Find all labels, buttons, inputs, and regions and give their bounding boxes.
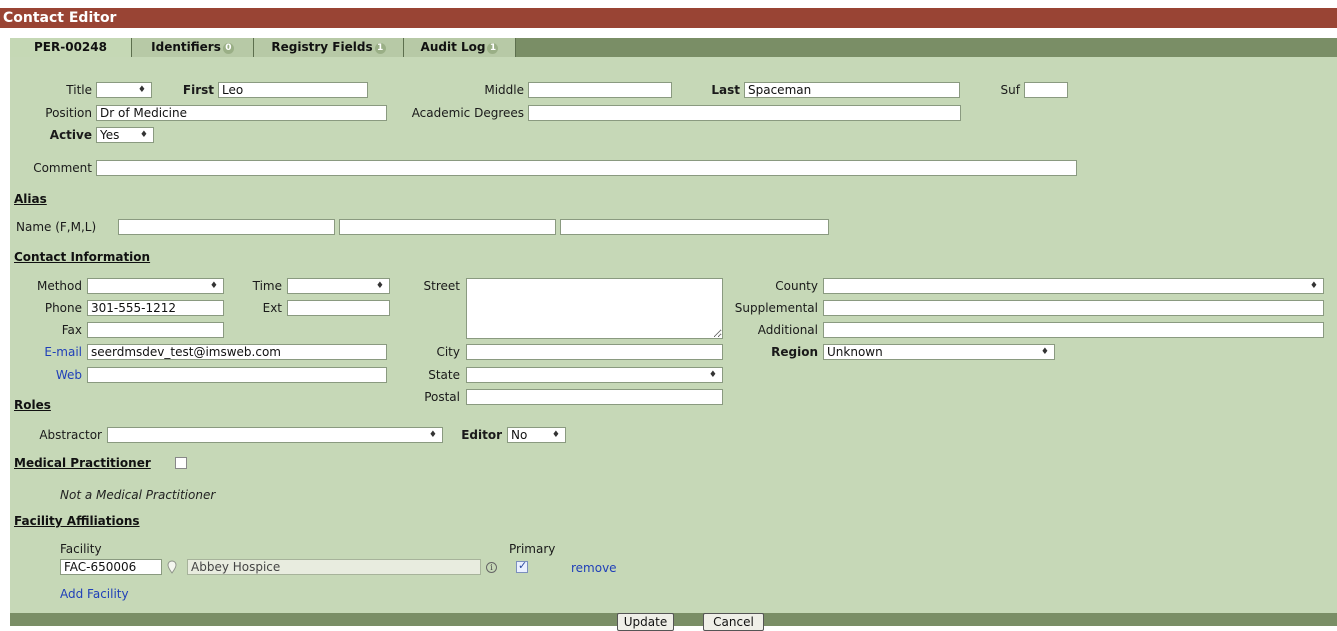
sort-arrows-icon: ♦ [1309, 281, 1318, 291]
tab-audit-log-badge: 1 [487, 43, 499, 54]
sort-arrows-icon: ♦ [137, 85, 146, 95]
contact-information-header: Contact Information [14, 250, 151, 264]
sort-arrows-icon: ♦ [1040, 347, 1049, 357]
additional-input[interactable] [823, 322, 1324, 338]
info-icon[interactable]: i [486, 562, 497, 573]
street-textarea[interactable] [466, 278, 723, 339]
middle-label: Middle [484, 83, 524, 97]
method-select[interactable]: ♦ [87, 278, 224, 294]
phone-input[interactable] [87, 300, 224, 316]
web-input[interactable] [87, 367, 387, 383]
city-input[interactable] [466, 344, 723, 360]
sort-arrows-icon: ♦ [708, 370, 717, 380]
comment-label: Comment [33, 161, 92, 175]
sort-arrows-icon: ♦ [375, 281, 384, 291]
email-link[interactable]: E-mail [14, 344, 82, 360]
middle-name-input[interactable] [528, 82, 672, 98]
state-select[interactable]: ♦ [466, 367, 723, 383]
method-label: Method [36, 279, 82, 293]
primary-checkbox[interactable] [516, 559, 528, 573]
facility-code-input[interactable] [60, 559, 162, 575]
county-label: County [775, 279, 818, 293]
academic-degrees-input[interactable] [528, 105, 961, 121]
last-name-input[interactable] [744, 82, 960, 98]
alias-name-label: Name (F,M,L) [16, 220, 97, 234]
county-select[interactable]: ♦ [823, 278, 1324, 294]
facility-name-input [187, 559, 481, 575]
first-label: First [182, 83, 214, 97]
suffix-label: Suf [1000, 83, 1020, 97]
tab-identifiers[interactable]: Identifiers 0 [132, 38, 254, 57]
tab-registry-fields[interactable]: Registry Fields 1 [254, 38, 404, 57]
add-facility-link[interactable]: Add Facility [60, 586, 129, 602]
alias-last-input[interactable] [560, 219, 829, 235]
region-label: Region [771, 345, 818, 359]
region-select[interactable]: Unknown ♦ [823, 344, 1055, 360]
update-button[interactable]: Update [617, 613, 674, 631]
suffix-input[interactable] [1024, 82, 1068, 98]
last-label: Last [711, 83, 740, 97]
position-label: Position [45, 106, 92, 120]
editor-select-value: No [511, 428, 528, 442]
tab-strip: PER-00248 Identifiers 0 Registry Fields 1 … [10, 38, 1337, 57]
sort-arrows-icon: ♦ [551, 430, 560, 440]
tab-registry-fields-badge: 1 [374, 43, 386, 54]
sort-arrows-icon: ♦ [139, 130, 148, 140]
window-title: Contact Editor [0, 8, 1337, 28]
cancel-button[interactable]: Cancel [703, 613, 764, 631]
location-pin-icon[interactable] [167, 560, 177, 574]
first-name-input[interactable] [218, 82, 368, 98]
active-label: Active [49, 128, 92, 142]
alias-middle-input[interactable] [339, 219, 556, 235]
phone-label: Phone [44, 301, 82, 315]
title-select[interactable]: ♦ [96, 82, 152, 98]
active-select-value: Yes [100, 128, 120, 142]
postal-label: Postal [424, 390, 460, 404]
medical-practitioner-status: Not a Medical Practitioner [60, 488, 216, 502]
supplemental-label: Supplemental [734, 301, 818, 315]
active-select[interactable]: Yes ♦ [96, 127, 154, 143]
tab-audit-log[interactable]: Audit Log 1 [404, 38, 516, 57]
abstractor-select[interactable]: ♦ [107, 427, 443, 443]
position-input[interactable] [96, 105, 387, 121]
comment-input[interactable] [96, 160, 1077, 176]
alias-header: Alias [14, 192, 47, 206]
time-label: Time [252, 279, 282, 293]
city-label: City [436, 345, 460, 359]
ext-label: Ext [262, 301, 282, 315]
tab-record-label: PER-00248 [34, 40, 107, 54]
editor-label: Editor [461, 428, 502, 442]
tab-record[interactable]: PER-00248 [10, 38, 132, 57]
academic-degrees-label: Academic Degrees [411, 106, 524, 120]
tab-audit-log-label: Audit Log [420, 40, 486, 54]
remove-facility-link[interactable]: remove [571, 560, 617, 576]
abstractor-label: Abstractor [39, 428, 102, 442]
primary-column-header: Primary [509, 542, 556, 556]
medical-practitioner-header: Medical Practitioner [14, 456, 151, 470]
alias-first-input[interactable] [118, 219, 335, 235]
editor-select[interactable]: No ♦ [507, 427, 566, 443]
sort-arrows-icon: ♦ [209, 281, 218, 291]
medical-practitioner-checkbox[interactable] [175, 457, 187, 469]
state-label: State [428, 368, 460, 382]
fax-input[interactable] [87, 322, 224, 338]
email-input[interactable] [87, 344, 387, 360]
additional-label: Additional [757, 323, 818, 337]
facility-column-header: Facility [60, 542, 102, 556]
tab-identifiers-badge: 0 [222, 43, 234, 54]
web-link[interactable]: Web [14, 367, 82, 383]
sort-arrows-icon: ♦ [428, 430, 437, 440]
supplemental-input[interactable] [823, 300, 1324, 316]
facility-affiliations-header: Facility Affiliations [14, 514, 140, 528]
tab-registry-fields-label: Registry Fields [271, 40, 373, 54]
fax-label: Fax [61, 323, 82, 337]
postal-input[interactable] [466, 389, 723, 405]
title-label: Title [66, 83, 92, 97]
time-select[interactable]: ♦ [287, 278, 390, 294]
ext-input[interactable] [287, 300, 390, 316]
tab-identifiers-label: Identifiers [151, 40, 221, 54]
region-select-value: Unknown [827, 345, 883, 359]
street-label: Street [423, 279, 460, 293]
roles-header: Roles [14, 398, 51, 412]
